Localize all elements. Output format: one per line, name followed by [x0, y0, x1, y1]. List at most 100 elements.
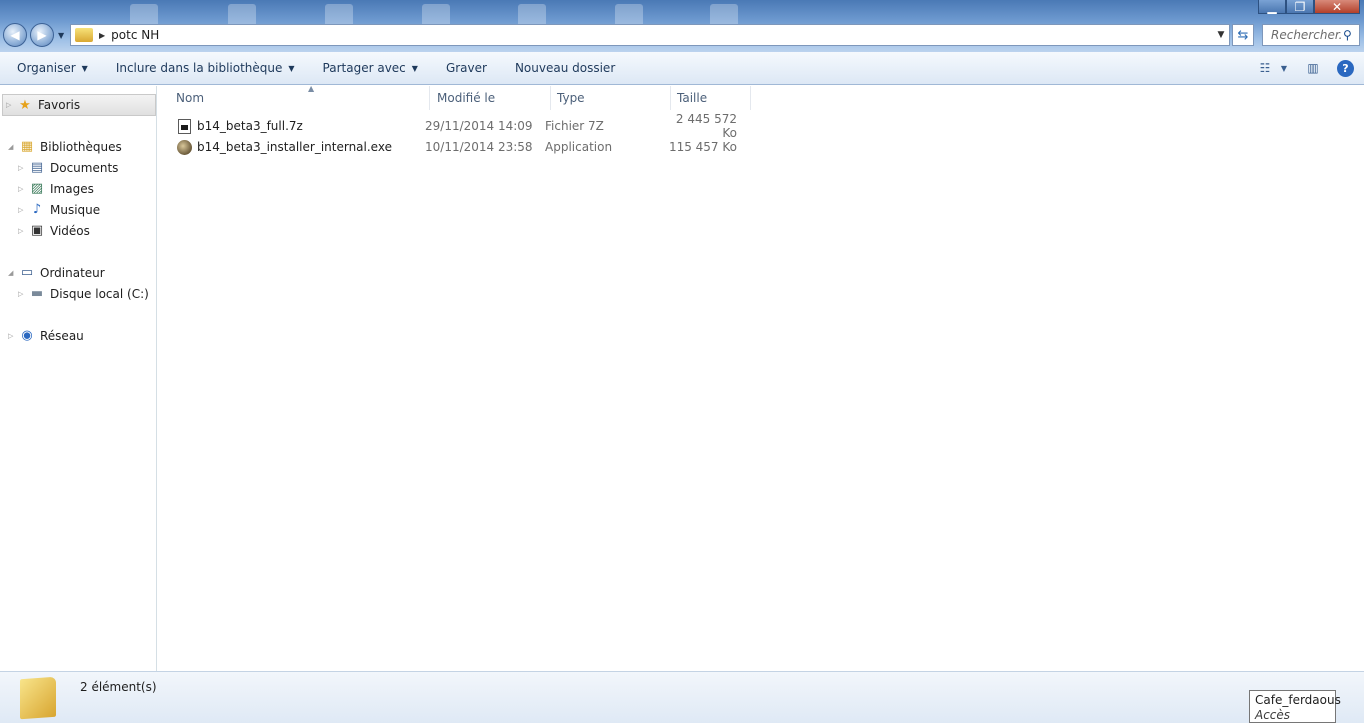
- library-icon: ▦: [20, 139, 34, 154]
- help-icon[interactable]: ?: [1337, 59, 1354, 77]
- view-dropdown-icon[interactable]: ▼: [1277, 58, 1291, 78]
- chevron-down-icon: ▼: [288, 63, 295, 73]
- window-controls: ▁ ❐ ✕: [1258, 0, 1360, 14]
- include-label: Inclure dans la bibliothèque: [115, 61, 283, 75]
- music-note-icon: ♪: [32, 202, 42, 217]
- nav-item-libraries[interactable]: ◢ ▦ Bibliothèques: [8, 137, 122, 156]
- expand-icon[interactable]: ▷: [18, 206, 28, 214]
- network-tooltip: Cafe_ferdaous Accès Internet: [1249, 690, 1341, 723]
- nav-label: Réseau: [40, 328, 84, 343]
- chevron-down-icon: ▼: [81, 63, 88, 73]
- column-label: Type: [557, 91, 585, 105]
- column-label: Nom: [176, 91, 205, 105]
- nav-label: Ordinateur: [40, 265, 105, 280]
- status-bar: 2 élément(s): [0, 671, 1364, 723]
- search-box[interactable]: ⚲: [1262, 24, 1360, 46]
- nav-item-music[interactable]: ▷ ♪ Musique: [18, 200, 100, 219]
- nav-label: Vidéos: [50, 223, 90, 238]
- network-icon: ◉: [21, 328, 33, 343]
- expand-icon[interactable]: ▷: [18, 290, 28, 298]
- column-header-modified[interactable]: Modifié le: [431, 86, 551, 110]
- share-label: Partager avec: [322, 61, 406, 75]
- archive-icon: [178, 118, 191, 134]
- new-folder-button[interactable]: Nouveau dossier: [501, 61, 629, 75]
- folder-icon: [75, 28, 93, 42]
- nav-item-local-disk[interactable]: ▷ ▬ Disque local (C:): [18, 284, 149, 303]
- file-modified: 10/11/2014 23:58: [425, 140, 533, 154]
- network-name: Cafe_ferdaous: [1255, 693, 1341, 707]
- organize-menu-button[interactable]: Organiser ▼: [0, 61, 102, 75]
- arrow-left-icon: ◀: [10, 28, 20, 42]
- column-header-name[interactable]: Nom ▲: [170, 84, 430, 110]
- film-icon: ▣: [30, 223, 44, 238]
- star-icon: ★: [19, 97, 31, 113]
- back-button[interactable]: ◀: [3, 23, 27, 47]
- file-modified: 29/11/2014 14:09: [425, 119, 533, 133]
- burn-button[interactable]: Graver: [432, 61, 501, 75]
- file-size: 115 457 Ko: [668, 140, 737, 154]
- collapse-icon[interactable]: ◢: [8, 269, 18, 277]
- address-bar[interactable]: ▶ potc NH ▼: [70, 24, 1230, 46]
- search-input[interactable]: [1271, 28, 1343, 42]
- include-in-library-button[interactable]: Inclure dans la bibliothèque ▼: [102, 61, 309, 75]
- breadcrumb-chevron-icon[interactable]: ▶: [99, 31, 105, 40]
- organize-label: Organiser: [17, 61, 76, 75]
- nav-label: Documents: [50, 160, 119, 175]
- view-options-icon[interactable]: ☷: [1253, 58, 1277, 78]
- address-dropdown-icon[interactable]: ▼: [1213, 30, 1229, 40]
- burn-label: Graver: [445, 61, 487, 75]
- application-icon: [177, 139, 192, 155]
- nav-item-favorites[interactable]: ▷ ★ Favoris: [2, 94, 156, 116]
- preview-pane-icon[interactable]: ▥: [1301, 58, 1325, 78]
- close-button[interactable]: ✕: [1314, 0, 1360, 14]
- nav-label: Bibliothèques: [40, 139, 122, 154]
- breadcrumb-path[interactable]: potc NH: [111, 28, 159, 42]
- nav-item-videos[interactable]: ▷ ▣ Vidéos: [18, 221, 90, 240]
- arrow-right-icon: ▶: [37, 28, 47, 42]
- file-type: Fichier 7Z: [545, 119, 604, 133]
- refresh-icon: ⇆: [1237, 27, 1249, 43]
- column-label: Taille: [677, 91, 708, 105]
- drive-icon: ▬: [30, 286, 44, 301]
- nav-label: Musique: [50, 202, 101, 217]
- navigation-pane: ▷ ★ Favoris ◢ ▦ Bibliothèques ▷ ▤ Docume…: [0, 86, 157, 671]
- column-header-type[interactable]: Type: [551, 86, 671, 110]
- network-status: Accès Internet: [1255, 708, 1291, 722]
- nav-label: Disque local (C:): [50, 286, 149, 301]
- column-label: Modifié le: [437, 91, 496, 105]
- view-controls: ☷ ▼ ▥ ?: [1253, 58, 1354, 78]
- nav-item-documents[interactable]: ▷ ▤ Documents: [18, 158, 118, 177]
- expand-icon[interactable]: ▷: [18, 185, 28, 193]
- file-type: Application: [545, 140, 613, 154]
- file-name-cell[interactable]: b14_beta3_full.7z: [172, 118, 425, 134]
- nav-item-network[interactable]: ▷ ◉ Réseau: [8, 326, 84, 345]
- expand-icon[interactable]: ▷: [18, 227, 28, 235]
- refresh-button[interactable]: ⇆: [1232, 24, 1254, 46]
- command-bar: Organiser ▼ Inclure dans la bibliothèque ▼…: [0, 52, 1364, 85]
- file-name: b14_beta3_installer_internal.exe: [197, 140, 392, 154]
- nav-item-images[interactable]: ▷ ▨ Images: [18, 179, 94, 198]
- expand-icon[interactable]: ▷: [18, 164, 28, 172]
- share-with-button[interactable]: Partager avec ▼: [309, 61, 432, 75]
- file-list-pane: Nom ▲ Modifié le Type Taille b14_beta3_f…: [158, 84, 1364, 671]
- document-icon: ▤: [30, 160, 44, 175]
- new-folder-label: Nouveau dossier: [514, 61, 616, 75]
- file-row[interactable]: b14_beta3_full.7z 29/11/2014 14:09 Fichi…: [172, 112, 737, 140]
- expand-icon[interactable]: ▷: [8, 332, 18, 340]
- forward-button[interactable]: ▶: [30, 23, 54, 47]
- minimize-button[interactable]: ▁: [1258, 0, 1286, 14]
- recent-pages-dropdown[interactable]: ▼: [58, 31, 64, 40]
- search-icon[interactable]: ⚲: [1343, 28, 1352, 42]
- file-name-cell[interactable]: b14_beta3_installer_internal.exe: [172, 139, 425, 155]
- item-count: 2 élément(s): [80, 680, 157, 694]
- computer-icon: ▭: [20, 265, 34, 280]
- expand-icon[interactable]: ▷: [6, 101, 16, 109]
- sort-ascending-icon: ▲: [308, 84, 315, 93]
- maximize-button[interactable]: ❐: [1286, 0, 1314, 14]
- column-header-size[interactable]: Taille: [671, 86, 751, 110]
- collapse-icon[interactable]: ◢: [8, 143, 18, 151]
- nav-item-computer[interactable]: ◢ ▭ Ordinateur: [8, 263, 105, 282]
- title-bar: ▁ ❐ ✕ ◀ ▶ ▼ ▶ potc NH ▼ ⇆ ⚲: [0, 0, 1364, 52]
- file-row[interactable]: b14_beta3_installer_internal.exe 10/11/2…: [172, 137, 737, 157]
- nav-label: Favoris: [38, 98, 81, 112]
